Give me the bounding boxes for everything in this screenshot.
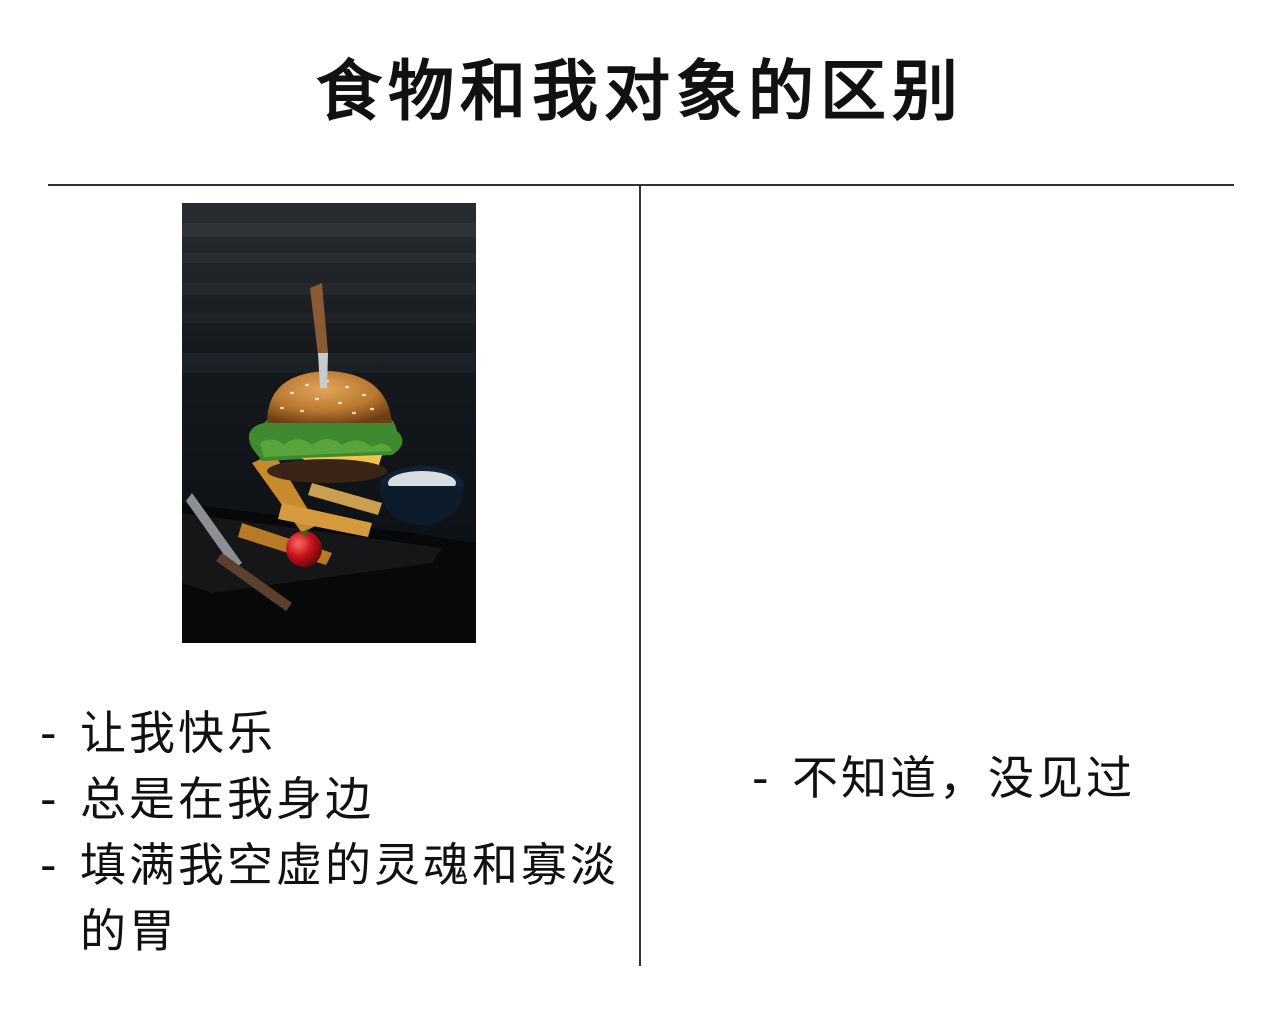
list-dash: - bbox=[40, 838, 60, 892]
burger-illustration bbox=[182, 203, 476, 643]
vertical-divider bbox=[639, 184, 641, 966]
list-item-text: 总是在我身边 bbox=[80, 772, 374, 826]
list-dash: - bbox=[40, 772, 60, 826]
list-dash: - bbox=[752, 751, 772, 805]
list-item-text: 不知道，没见过 bbox=[792, 751, 1135, 805]
horizontal-divider bbox=[48, 184, 1234, 186]
list-item: - 总是在我身边 bbox=[40, 766, 630, 832]
list-dash: - bbox=[40, 706, 60, 760]
list-item: - 让我快乐 bbox=[40, 700, 630, 766]
list-item-text: 填满我空虚的灵魂和寡淡的胃 bbox=[80, 838, 619, 958]
page-title: 食物和我对象的区别 bbox=[316, 53, 964, 130]
list-item-text: 让我快乐 bbox=[80, 706, 276, 760]
food-list: - 让我快乐 - 总是在我身边 - 填满我空虚的灵魂和寡淡的胃 bbox=[40, 700, 630, 964]
partner-list: - 不知道，没见过 bbox=[752, 745, 1252, 811]
list-item: - 填满我空虚的灵魂和寡淡的胃 bbox=[40, 832, 630, 964]
list-item: - 不知道，没见过 bbox=[752, 745, 1252, 811]
burger-photo bbox=[182, 203, 476, 643]
